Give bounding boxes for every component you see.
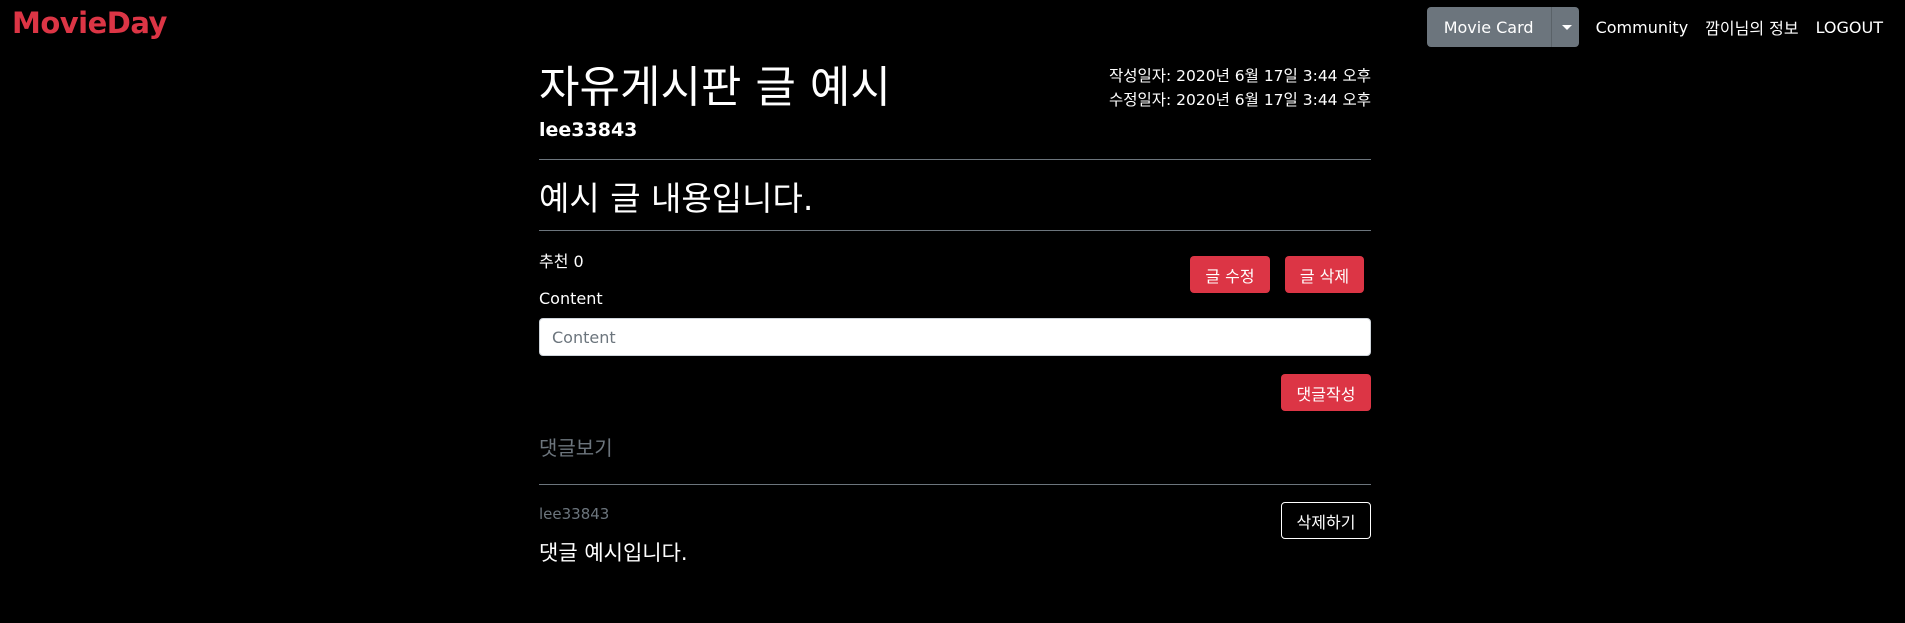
modified-date: 수정일자: 2020년 6월 17일 3:44 오후: [1108, 91, 1371, 109]
movie-card-button[interactable]: Movie Card: [1426, 7, 1551, 47]
delete-comment-button[interactable]: 삭제하기: [1281, 502, 1371, 539]
recommend-value: 0: [573, 252, 584, 271]
recommend-label: 추천: [539, 252, 569, 271]
comment-author: lee33843: [539, 505, 610, 523]
comment-content-label: Content: [539, 289, 603, 308]
nav-link-profile[interactable]: 깜이님의 정보: [1705, 15, 1798, 39]
recommend-count: 추천 0: [539, 248, 584, 272]
submit-comment-button[interactable]: 댓글작성: [1281, 374, 1371, 411]
comment-text: 댓글 예시입니다.: [539, 541, 688, 565]
nav-right: Movie Card Community 깜이님의 정보 LOGOUT: [1426, 7, 1891, 47]
nav-link-community[interactable]: Community: [1596, 18, 1689, 37]
delete-post-button[interactable]: 글 삭제: [1285, 256, 1364, 293]
comments-heading: 댓글보기: [539, 436, 613, 460]
post-content: 예시 글 내용입니다.: [539, 179, 814, 218]
brand-logo[interactable]: MovieDay: [12, 6, 167, 40]
divider: [539, 484, 1371, 485]
nav-link-logout[interactable]: LOGOUT: [1816, 18, 1883, 37]
edit-post-button[interactable]: 글 수정: [1190, 256, 1270, 293]
dropdown-caret-icon[interactable]: [1550, 7, 1579, 47]
post-author: lee33843: [539, 119, 638, 141]
post-dates: 작성일자: 2020년 6월 17일 3:44 오후 수정일자: 2020년 6…: [1109, 64, 1371, 112]
created-date: 작성일자: 2020년 6월 17일 3:44 오후: [1108, 67, 1371, 85]
movie-card-dropdown: Movie Card: [1426, 7, 1579, 47]
divider: [539, 230, 1371, 231]
comment-content-input[interactable]: [539, 318, 1371, 356]
divider: [539, 159, 1371, 160]
navbar: MovieDay Movie Card Community 깜이님의 정보 LO…: [0, 0, 1905, 54]
post-title: 자유게시판 글 예시: [539, 62, 891, 113]
